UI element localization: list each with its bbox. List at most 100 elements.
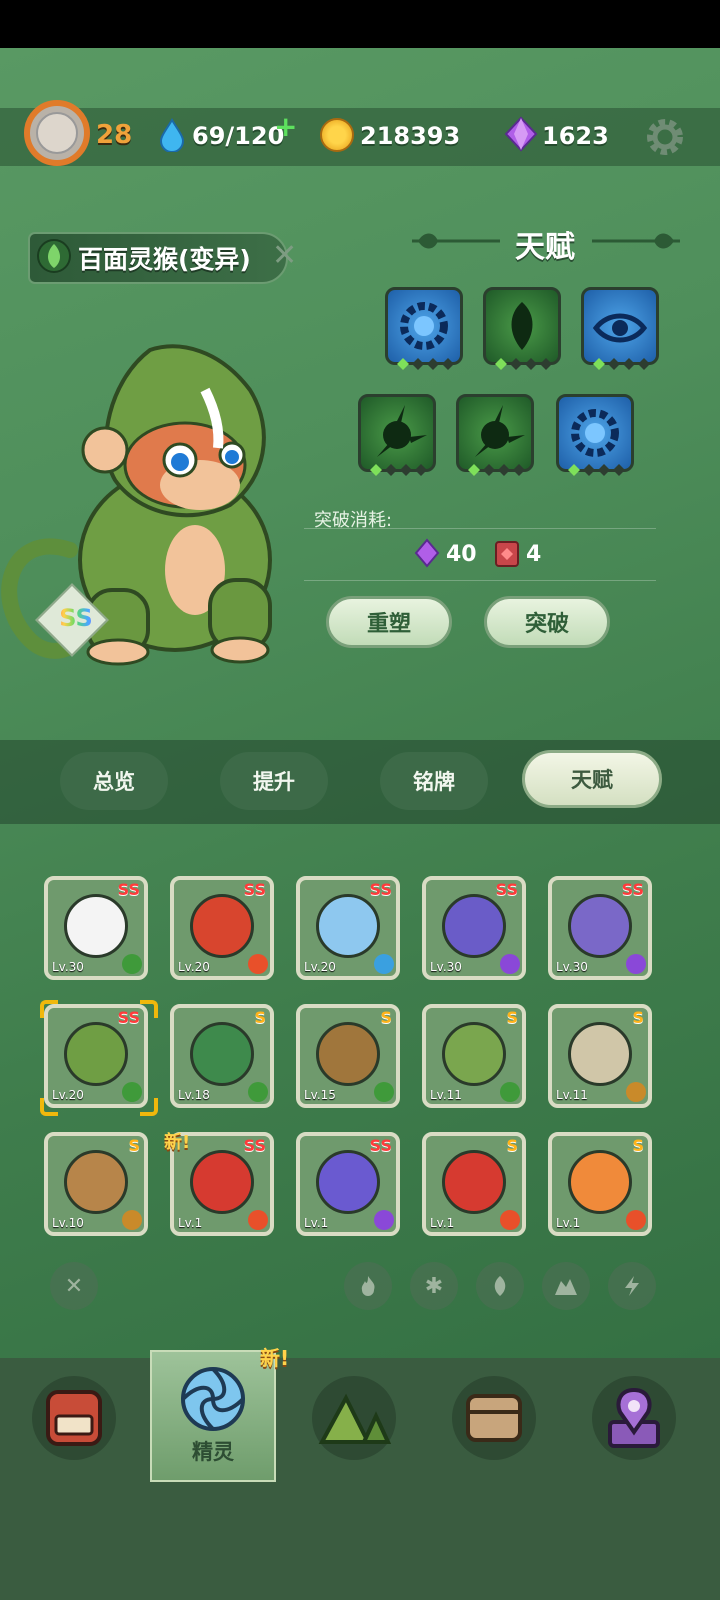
add-water-button[interactable]: + xyxy=(274,110,297,143)
pet-card[interactable]: SS Lv.20 xyxy=(170,876,274,980)
gear-icon[interactable] xyxy=(644,116,686,158)
pet-card[interactable]: SS Lv.20 xyxy=(44,1004,148,1108)
pet-grade: S xyxy=(506,1008,518,1027)
tab-talent[interactable]: 天赋 xyxy=(522,750,662,808)
reshape-button[interactable]: 重塑 xyxy=(326,596,452,648)
pet-name: 百面灵猴(变异) xyxy=(78,245,251,274)
pet-card[interactable]: S Lv.10 xyxy=(44,1132,148,1236)
nav-spirits-label: 精灵 xyxy=(192,1440,234,1464)
fire-icon xyxy=(626,1210,646,1230)
sprout-talent-icon xyxy=(475,405,525,457)
tab-nameplate[interactable]: 铭牌 xyxy=(380,752,488,810)
pet-portrait xyxy=(568,1022,632,1086)
nav-map[interactable] xyxy=(592,1376,676,1460)
talent-slot-gear[interactable] xyxy=(385,287,463,365)
pet-card[interactable]: SS Lv.30 xyxy=(44,876,148,980)
pet-grade: S xyxy=(380,1008,392,1027)
filter-earth[interactable] xyxy=(542,1262,590,1310)
leaf-icon xyxy=(248,1082,268,1102)
chest-icon xyxy=(466,1394,522,1442)
pet-grade: SS xyxy=(117,880,140,899)
new-badge: 新! xyxy=(164,1132,191,1153)
sprout-talent-icon xyxy=(377,405,427,457)
pet-card[interactable]: SS Lv.1 xyxy=(296,1132,400,1236)
pet-card[interactable]: S Lv.11 xyxy=(422,1004,526,1108)
pet-card[interactable]: S Lv.18 xyxy=(170,1004,274,1108)
pet-card[interactable]: SS Lv.30 xyxy=(548,876,652,980)
pet-portrait xyxy=(190,1022,254,1086)
pet-level: Lv.30 xyxy=(556,960,588,974)
water-drop-icon xyxy=(159,118,185,152)
lightning-icon xyxy=(374,1210,394,1230)
nav-new-badge: 新! xyxy=(260,1346,290,1370)
pet-card[interactable]: S Lv.11 xyxy=(548,1004,652,1108)
pet-portrait xyxy=(442,1022,506,1086)
talent-level-pips xyxy=(568,464,625,476)
pet-grade: S xyxy=(128,1136,140,1155)
filter-fire[interactable] xyxy=(344,1262,392,1310)
backpack-icon xyxy=(46,1390,102,1446)
close-icon: ✕ xyxy=(64,1273,84,1299)
selection-corner xyxy=(140,1098,158,1116)
earth-icon xyxy=(626,1082,646,1102)
pet-card[interactable]: SS Lv.30 xyxy=(422,876,526,980)
pet-level: Lv.1 xyxy=(430,1216,455,1230)
spirit-orb-icon xyxy=(181,1367,245,1431)
skill-book-icon xyxy=(495,541,519,567)
eye-talent-icon xyxy=(592,313,648,343)
player-level: 28 xyxy=(96,120,133,150)
gem-icon xyxy=(414,538,440,568)
pet-level: Lv.15 xyxy=(304,1088,336,1102)
clear-filter-button[interactable]: ✕ xyxy=(50,1262,98,1310)
lightning-icon xyxy=(625,1276,639,1296)
fire-icon xyxy=(500,1210,520,1230)
pet-portrait xyxy=(316,1022,380,1086)
talent-slot-eye[interactable] xyxy=(581,287,659,365)
nav-adventure[interactable] xyxy=(312,1376,396,1460)
gear-talent-icon xyxy=(571,409,619,457)
talent-slot-sprout[interactable] xyxy=(456,394,534,472)
pet-card[interactable]: S Lv.1 xyxy=(422,1132,526,1236)
talent-level-pips xyxy=(397,358,454,370)
breakthrough-button[interactable]: 突破 xyxy=(484,596,610,648)
coin-icon xyxy=(320,118,354,152)
tab-upgrade[interactable]: 提升 xyxy=(220,752,328,810)
pet-card[interactable]: S Lv.1 xyxy=(548,1132,652,1236)
tab-overview[interactable]: 总览 xyxy=(60,752,168,810)
pet-card[interactable]: S Lv.15 xyxy=(296,1004,400,1108)
water-count: 69/120 xyxy=(192,122,285,150)
selection-corner xyxy=(40,1098,58,1116)
pet-portrait xyxy=(442,1150,506,1214)
divider xyxy=(304,528,656,529)
pet-grade: SS xyxy=(621,880,644,899)
pet-level: Lv.18 xyxy=(178,1088,210,1102)
talent-slot-seed[interactable] xyxy=(483,287,561,365)
gear-talent-icon xyxy=(400,302,448,350)
pet-portrait xyxy=(316,894,380,958)
pet-level: Lv.11 xyxy=(430,1088,462,1102)
fire-icon xyxy=(361,1276,375,1296)
filter-lightning[interactable] xyxy=(608,1262,656,1310)
pet-portrait xyxy=(64,1022,128,1086)
pet-level: Lv.20 xyxy=(178,960,210,974)
nav-backpack[interactable] xyxy=(32,1376,116,1460)
system-status-bar xyxy=(0,0,720,48)
pet-portrait xyxy=(190,894,254,958)
selection-corner xyxy=(140,1000,158,1018)
filter-ice[interactable]: ✱ xyxy=(410,1262,458,1310)
leaf-element-icon xyxy=(37,239,71,273)
pet-portrait xyxy=(190,1150,254,1214)
talent-slot-gear[interactable] xyxy=(556,394,634,472)
pet-grade: S xyxy=(632,1136,644,1155)
filter-leaf[interactable] xyxy=(476,1262,524,1310)
cost-gem-amount: 40 xyxy=(446,542,477,567)
pet-grade: S xyxy=(632,1008,644,1027)
pet-level: Lv.30 xyxy=(430,960,462,974)
talent-slot-sprout[interactable] xyxy=(358,394,436,472)
grade-label: SS xyxy=(52,604,100,632)
pet-portrait xyxy=(64,1150,128,1214)
nav-chest[interactable] xyxy=(452,1376,536,1460)
pet-card[interactable]: SS Lv.20 xyxy=(296,876,400,980)
divider xyxy=(304,580,656,581)
coin-count: 218393 xyxy=(360,122,461,150)
